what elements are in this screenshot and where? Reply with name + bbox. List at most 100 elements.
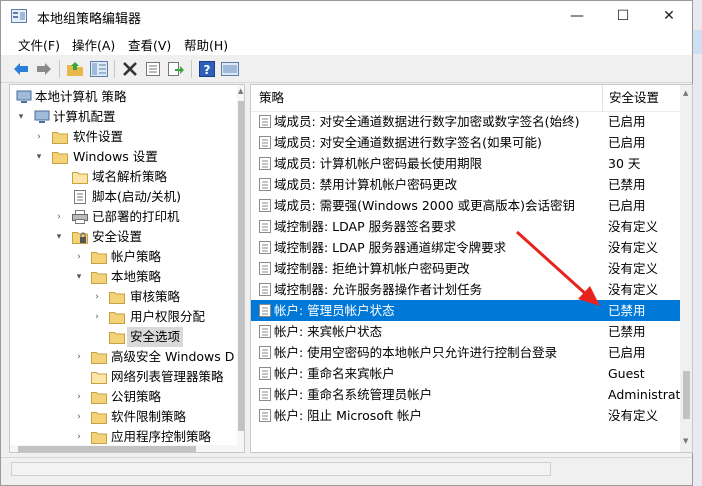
policy-icon	[259, 262, 271, 275]
folder-icon	[109, 312, 125, 324]
security-folder-icon	[72, 232, 88, 244]
menu-view[interactable]: 查看(V)	[128, 35, 171, 54]
printer-icon	[72, 210, 88, 224]
expand-arrow-icon[interactable]: ▾	[74, 267, 84, 287]
policy-icon	[259, 409, 271, 422]
policy-row[interactable]: 帐户: 使用空密码的本地帐户只允许进行控制台登录 已启用	[251, 342, 680, 363]
policy-row[interactable]: 域成员: 对安全通道数据进行数字加密或数字签名(始终) 已启用	[251, 111, 680, 132]
policy-row[interactable]: 域成员: 需要强(Windows 2000 或更高版本)会话密钥 已启用	[251, 195, 680, 216]
folder-icon	[52, 132, 68, 144]
folder-icon	[91, 392, 107, 404]
policy-row[interactable]: 帐户: 重命名来宾帐户 Guest	[251, 363, 680, 384]
scroll-down-icon[interactable]: ▼	[683, 437, 688, 445]
folder-icon	[91, 272, 107, 284]
background-window-strip	[693, 0, 702, 486]
policy-row[interactable]: 帐户: 重命名系统管理员帐户 Administrat	[251, 384, 680, 405]
policy-icon	[259, 157, 271, 170]
scroll-thumb[interactable]	[238, 101, 244, 431]
policy-vertical-scrollbar[interactable]: ▲ ▼	[680, 85, 692, 452]
policy-icon	[259, 115, 271, 128]
policy-icon	[259, 325, 271, 338]
export-icon[interactable]	[166, 59, 186, 79]
script-icon	[74, 190, 86, 204]
folder-icon	[52, 152, 68, 164]
policy-row[interactable]: 域控制器: LDAP 服务器通道绑定令牌要求 没有定义	[251, 237, 680, 258]
properties-icon[interactable]	[143, 59, 163, 79]
gpedit-app-icon	[11, 9, 27, 23]
computer-icon	[34, 110, 50, 123]
title-bar: 本地组策略编辑器 — ☐ ✕	[1, 1, 692, 31]
scroll-up-icon[interactable]: ▲	[683, 89, 688, 97]
expand-arrow-icon[interactable]: ›	[92, 287, 102, 307]
policy-icon	[259, 304, 271, 317]
policy-icon	[259, 136, 271, 149]
scroll-thumb[interactable]	[683, 371, 690, 419]
policy-icon	[259, 241, 271, 254]
policy-row[interactable]: 域成员: 对安全通道数据进行数字签名(如果可能) 已启用	[251, 132, 680, 153]
column-header-setting[interactable]: 安全设置	[602, 85, 680, 111]
console-icon[interactable]	[220, 59, 240, 79]
status-bar	[1, 457, 692, 479]
expand-arrow-icon[interactable]: ›	[54, 207, 64, 227]
close-button[interactable]: ✕	[646, 1, 692, 31]
expand-arrow-icon[interactable]: ›	[74, 387, 84, 407]
expand-arrow-icon[interactable]: ›	[74, 347, 84, 367]
back-icon[interactable]	[11, 59, 31, 79]
toolbar: ?	[1, 55, 692, 83]
policy-row[interactable]: 域成员: 禁用计算机帐户密码更改 已禁用	[251, 174, 680, 195]
policy-icon	[259, 388, 271, 401]
column-header-policy[interactable]: 策略	[251, 85, 602, 111]
policy-row[interactable]: 域控制器: 允许服务器操作者计划任务 没有定义	[251, 279, 680, 300]
menu-action[interactable]: 操作(A)	[72, 35, 115, 54]
policy-icon	[259, 178, 271, 191]
policy-list: 策略 安全设置 域成员: 对安全通道数据进行数字加密或数字签名(始终) 已启用 域…	[250, 84, 693, 453]
menu-bar: 文件(F) 操作(A) 查看(V) 帮助(H)	[1, 31, 692, 55]
up-folder-icon[interactable]	[65, 59, 85, 79]
policy-row[interactable]: 帐户: 阻止 Microsoft 帐户 没有定义	[251, 405, 680, 426]
folder-icon	[109, 292, 125, 304]
policy-icon	[259, 346, 271, 359]
maximize-button[interactable]: ☐	[600, 1, 646, 31]
minimize-button[interactable]: —	[554, 1, 600, 31]
policy-icon	[259, 367, 271, 380]
folder-icon	[91, 372, 107, 384]
folder-icon	[91, 412, 107, 424]
help-icon[interactable]: ?	[197, 59, 217, 79]
expand-arrow-icon[interactable]: ›	[34, 127, 44, 147]
tree-horizontal-scrollbar[interactable]	[10, 445, 237, 452]
expand-arrow-icon[interactable]: ▾	[54, 227, 64, 247]
scroll-up-icon[interactable]: ▲	[238, 87, 243, 95]
expand-arrow-icon[interactable]: ›	[74, 427, 84, 447]
forward-icon[interactable]	[34, 59, 54, 79]
policy-row[interactable]: 域控制器: LDAP 服务器签名要求 没有定义	[251, 216, 680, 237]
policy-row[interactable]: 帐户: 来宾帐户状态 已禁用	[251, 321, 680, 342]
scroll-thumb[interactable]	[18, 446, 196, 452]
toolbar-separator	[114, 60, 115, 78]
expand-arrow-icon[interactable]: ▾	[34, 147, 44, 167]
menu-file[interactable]: 文件(F)	[18, 35, 60, 54]
folder-icon	[91, 432, 107, 444]
tree-vertical-scrollbar[interactable]: ▲	[237, 85, 244, 452]
folder-icon	[72, 172, 88, 184]
folder-icon	[109, 332, 125, 344]
expand-arrow-icon[interactable]: ›	[74, 407, 84, 427]
policy-icon	[259, 220, 271, 233]
delete-icon[interactable]	[120, 59, 140, 79]
policy-row[interactable]: 域控制器: 拒绝计算机帐户密码更改 没有定义	[251, 258, 680, 279]
show-tree-icon[interactable]	[89, 59, 109, 79]
toolbar-separator	[191, 60, 192, 78]
policy-icon	[259, 283, 271, 296]
gpedit-window: 本地组策略编辑器 — ☐ ✕ 文件(F) 操作(A) 查看(V) 帮助(H) ?…	[0, 0, 693, 486]
svg-text:?: ?	[204, 63, 211, 77]
expand-arrow-icon[interactable]: ▾	[16, 107, 26, 127]
policy-row[interactable]: 域成员: 计算机帐户密码最长使用期限 30 天	[251, 153, 680, 174]
folder-icon	[91, 352, 107, 364]
computer-icon	[16, 90, 32, 103]
policy-row-selected[interactable]: 帐户: 管理员帐户状态 已禁用	[251, 300, 680, 321]
expand-arrow-icon[interactable]: ›	[92, 307, 102, 327]
menu-help[interactable]: 帮助(H)	[184, 35, 228, 54]
console-tree: 本地计算机 策略 ▾ 计算机配置 › 软件设置 ▾ Windows 设置 域名解…	[9, 84, 245, 453]
toolbar-separator	[59, 60, 60, 78]
background-window-band	[693, 30, 702, 54]
expand-arrow-icon[interactable]: ›	[74, 247, 84, 267]
